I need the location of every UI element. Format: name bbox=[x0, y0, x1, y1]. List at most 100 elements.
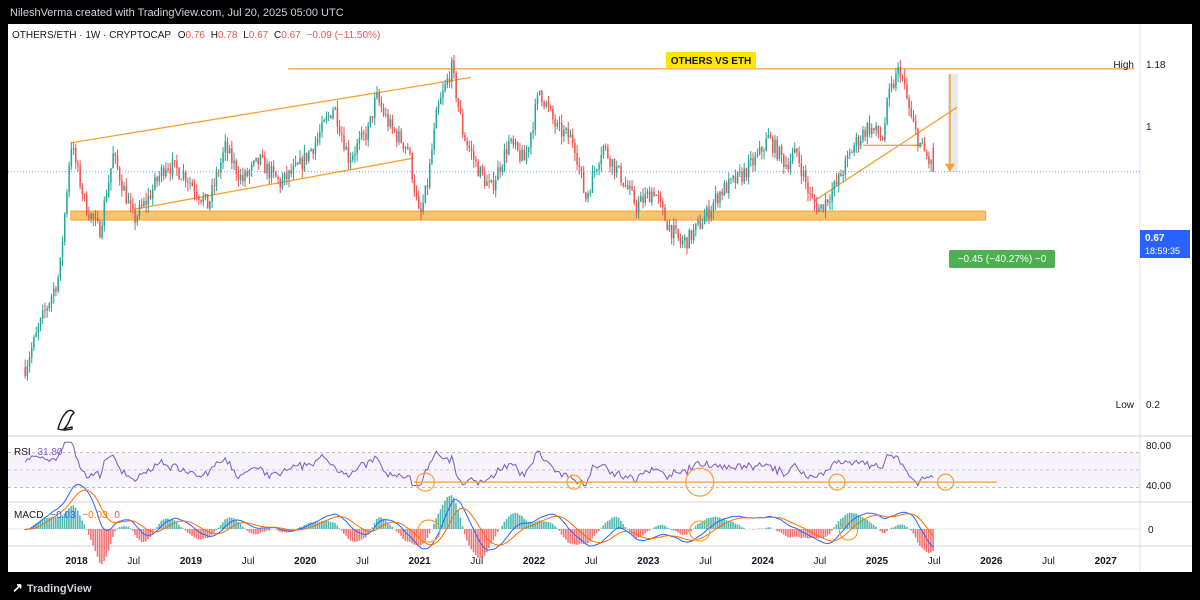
candle-body bbox=[886, 98, 888, 124]
candle-body bbox=[510, 138, 512, 141]
candle-body bbox=[336, 107, 339, 127]
candle-body bbox=[193, 186, 196, 192]
candle bbox=[776, 136, 778, 162]
candle-body bbox=[55, 288, 57, 292]
candle-body bbox=[132, 203, 134, 210]
macd-histogram-bar bbox=[213, 529, 215, 533]
candle-body bbox=[846, 154, 849, 159]
candle-body bbox=[536, 94, 539, 105]
macd-histogram-bar bbox=[899, 524, 901, 529]
candle-body bbox=[822, 204, 825, 212]
candle-body bbox=[30, 347, 33, 358]
macd-histogram-bar bbox=[397, 529, 400, 534]
candle-body bbox=[134, 209, 136, 223]
candle-body bbox=[765, 138, 767, 151]
macd-histogram-bar bbox=[782, 529, 785, 535]
candle-body bbox=[226, 141, 229, 154]
candle-body bbox=[651, 191, 653, 203]
candle-body bbox=[824, 199, 827, 212]
candle-body bbox=[176, 160, 178, 169]
macd-histogram-bar bbox=[197, 529, 200, 540]
macd-histogram-bar bbox=[554, 525, 556, 529]
macd-histogram-bar bbox=[802, 529, 805, 538]
candle-body bbox=[81, 186, 84, 195]
candle-body bbox=[895, 73, 897, 88]
macd-histogram-bar bbox=[776, 529, 778, 532]
macd-histogram-bar bbox=[679, 529, 682, 535]
macd-histogram-bar bbox=[886, 529, 888, 532]
macd-histogram-bar bbox=[611, 517, 613, 529]
macd-histogram-bar bbox=[892, 527, 895, 529]
candle-body bbox=[516, 142, 519, 151]
candle-body bbox=[514, 142, 517, 145]
macd-signal-value: −0.03 bbox=[82, 510, 108, 521]
candle-body bbox=[349, 159, 352, 163]
candle-body bbox=[855, 137, 858, 146]
macd-histogram-bar bbox=[732, 522, 734, 529]
macd-histogram-bar bbox=[316, 522, 319, 529]
macd-histogram-bar bbox=[369, 529, 371, 531]
macd-histogram-bar bbox=[793, 529, 796, 537]
macd-histogram-bar bbox=[606, 520, 609, 529]
candle bbox=[275, 170, 277, 178]
candle-body bbox=[644, 193, 647, 203]
candle-body bbox=[363, 132, 365, 134]
macd-histogram-bar bbox=[624, 526, 627, 529]
price-chart[interactable]: 2018 Jul 2019 Jul 2020 Jul 2021 Jul 2022 Jul 2023 J… bbox=[8, 24, 1192, 572]
candle-body bbox=[450, 59, 453, 83]
candle-body bbox=[259, 155, 262, 165]
macd-histogram-bar bbox=[336, 525, 338, 529]
candle-body bbox=[862, 130, 864, 141]
candle-body bbox=[560, 122, 563, 137]
candle-body bbox=[270, 166, 273, 178]
macd-histogram-bar bbox=[85, 529, 88, 530]
candle-body bbox=[400, 131, 402, 143]
candle-body bbox=[96, 217, 99, 222]
candle-body bbox=[292, 165, 295, 174]
macd-histogram-bar bbox=[340, 529, 343, 531]
measure-label: −0.45 (−40.27%) −0 bbox=[958, 254, 1047, 265]
macd-histogram-bar bbox=[461, 526, 464, 529]
candle-body bbox=[813, 197, 816, 203]
candle-body bbox=[877, 125, 880, 135]
candle-body bbox=[321, 121, 323, 133]
candle-body bbox=[305, 152, 308, 161]
candle-body bbox=[580, 166, 583, 172]
candle-body bbox=[191, 182, 194, 187]
candle-body bbox=[338, 126, 341, 134]
macd-histogram-bar bbox=[613, 516, 616, 529]
candle-body bbox=[74, 147, 77, 164]
candle-body bbox=[239, 174, 242, 180]
candle-body bbox=[697, 220, 699, 224]
macd-histogram-bar bbox=[186, 529, 189, 533]
candle-body bbox=[897, 67, 899, 74]
macd-histogram-bar bbox=[881, 529, 884, 534]
candle-body bbox=[618, 165, 620, 167]
candle-body bbox=[101, 225, 103, 238]
candle-body bbox=[611, 159, 614, 167]
rsi-axis-low: 40.00 bbox=[1146, 481, 1171, 492]
candle-body bbox=[314, 142, 317, 154]
candle-body bbox=[736, 171, 739, 184]
candle-body bbox=[815, 202, 818, 212]
macd-histogram-bar bbox=[923, 529, 926, 551]
macd-histogram-bar bbox=[184, 529, 187, 531]
candle-body bbox=[167, 168, 169, 170]
macd-histogram-bar bbox=[125, 526, 127, 529]
candle-body bbox=[24, 367, 26, 377]
candle-body bbox=[719, 191, 721, 204]
macd-histogram-bar bbox=[824, 529, 827, 537]
candle-body bbox=[576, 153, 578, 165]
macd-histogram-bar bbox=[562, 529, 565, 538]
rsi-legend: RSI 31.80 bbox=[14, 447, 63, 458]
candle-body bbox=[417, 196, 420, 209]
candle-body bbox=[919, 142, 921, 147]
candle-body bbox=[804, 170, 807, 182]
macd-histogram-bar bbox=[118, 526, 121, 529]
candle-body bbox=[527, 147, 530, 153]
macd-histogram-bar bbox=[46, 517, 48, 529]
candle-body bbox=[585, 192, 587, 200]
candle-body bbox=[435, 109, 438, 129]
candle-body bbox=[659, 196, 662, 202]
macd-histogram-bar bbox=[730, 521, 732, 529]
